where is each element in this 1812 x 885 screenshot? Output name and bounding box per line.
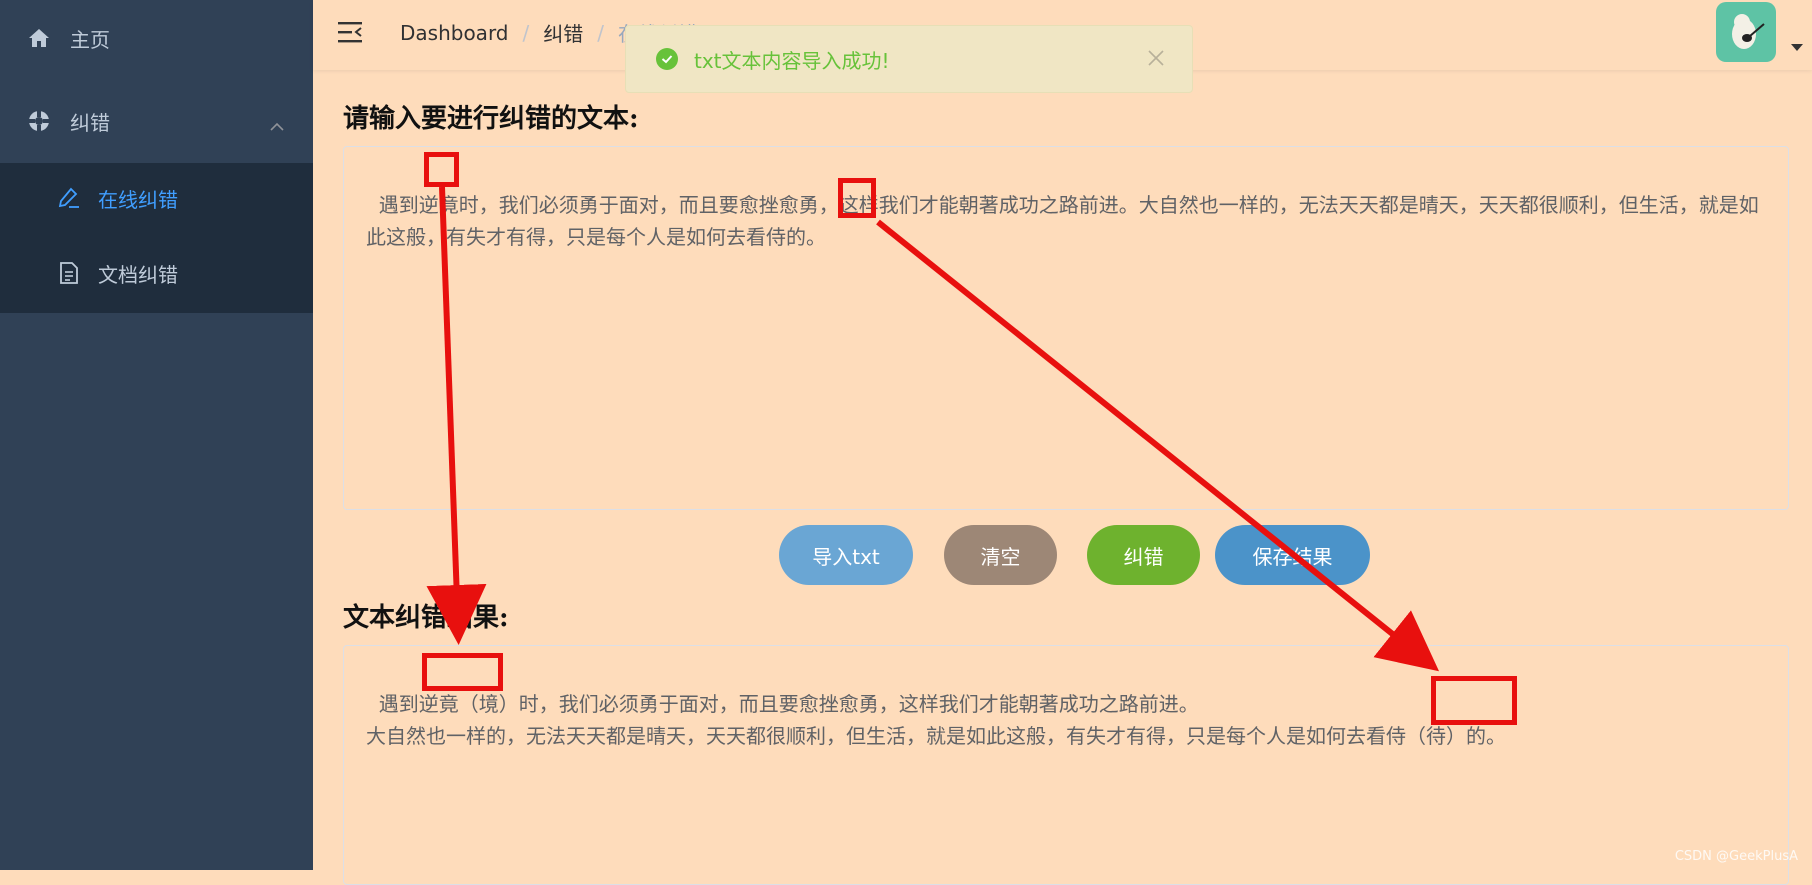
annotation-box <box>424 152 459 187</box>
sidebar-item-label: 文档纠错 <box>98 262 178 287</box>
save-result-button[interactable]: 保存结果 <box>1215 525 1370 585</box>
sidebar-item-home[interactable]: 主页 <box>0 3 313 73</box>
breadcrumb-correction[interactable]: 纠错 <box>543 18 583 47</box>
sidebar-item-document-correction[interactable]: 文档纠错 <box>0 238 313 308</box>
input-textarea[interactable]: 遇到逆竟时，我们必须勇于面对，而且要愈挫愈勇，这样我们才能朝著成功之路前进。大自… <box>343 146 1789 510</box>
sidebar-item-label: 纠错 <box>70 110 110 135</box>
input-label: 请输入要进行纠错的文本: <box>343 104 639 134</box>
document-icon <box>56 260 82 286</box>
hamburger-icon[interactable] <box>337 20 365 48</box>
annotation-box <box>838 178 876 218</box>
result-textarea[interactable]: 遇到逆竟（境）时，我们必须勇于面对，而且要愈挫愈勇，这样我们才能朝著成功之路前进… <box>343 645 1789 885</box>
edit-icon <box>56 185 82 211</box>
breadcrumb-dashboard[interactable]: Dashboard <box>400 21 509 45</box>
toast-message: txt文本内容导入成功! <box>694 48 890 73</box>
caret-down-icon[interactable] <box>1791 44 1803 51</box>
sidebar: 主页 纠错 在线纠错 文档纠错 <box>0 0 313 870</box>
avatar[interactable] <box>1716 2 1776 62</box>
resize-handle-icon[interactable] <box>1776 497 1786 507</box>
close-icon[interactable] <box>1146 48 1166 68</box>
chevron-up-icon <box>269 114 285 138</box>
check-circle-icon <box>656 48 678 70</box>
success-toast: txt文本内容导入成功! <box>625 25 1193 93</box>
sidebar-item-correction[interactable]: 纠错 <box>0 86 313 156</box>
input-text: 遇到逆竟时，我们必须勇于面对，而且要愈挫愈勇，这样我们才能朝著成功之路前进。大自… <box>366 193 1759 249</box>
clear-button[interactable]: 清空 <box>944 525 1057 585</box>
correct-button[interactable]: 纠错 <box>1087 525 1200 585</box>
annotation-box <box>422 653 503 691</box>
import-txt-button[interactable]: 导入txt <box>779 525 913 585</box>
home-icon <box>26 25 52 51</box>
sidebar-item-label: 在线纠错 <box>98 187 178 212</box>
annotation-box <box>1431 676 1517 725</box>
result-text: 遇到逆竟（境）时，我们必须勇于面对，而且要愈挫愈勇，这样我们才能朝著成功之路前进… <box>366 692 1506 748</box>
lifebuoy-icon <box>26 108 52 134</box>
sidebar-item-label: 主页 <box>70 27 110 52</box>
watermark: CSDN @GeekPlusA <box>1674 849 1798 864</box>
sidebar-submenu: 在线纠错 文档纠错 <box>0 163 313 313</box>
result-label: 文本纠错结果: <box>343 603 509 633</box>
sidebar-item-online-correction[interactable]: 在线纠错 <box>0 163 313 233</box>
